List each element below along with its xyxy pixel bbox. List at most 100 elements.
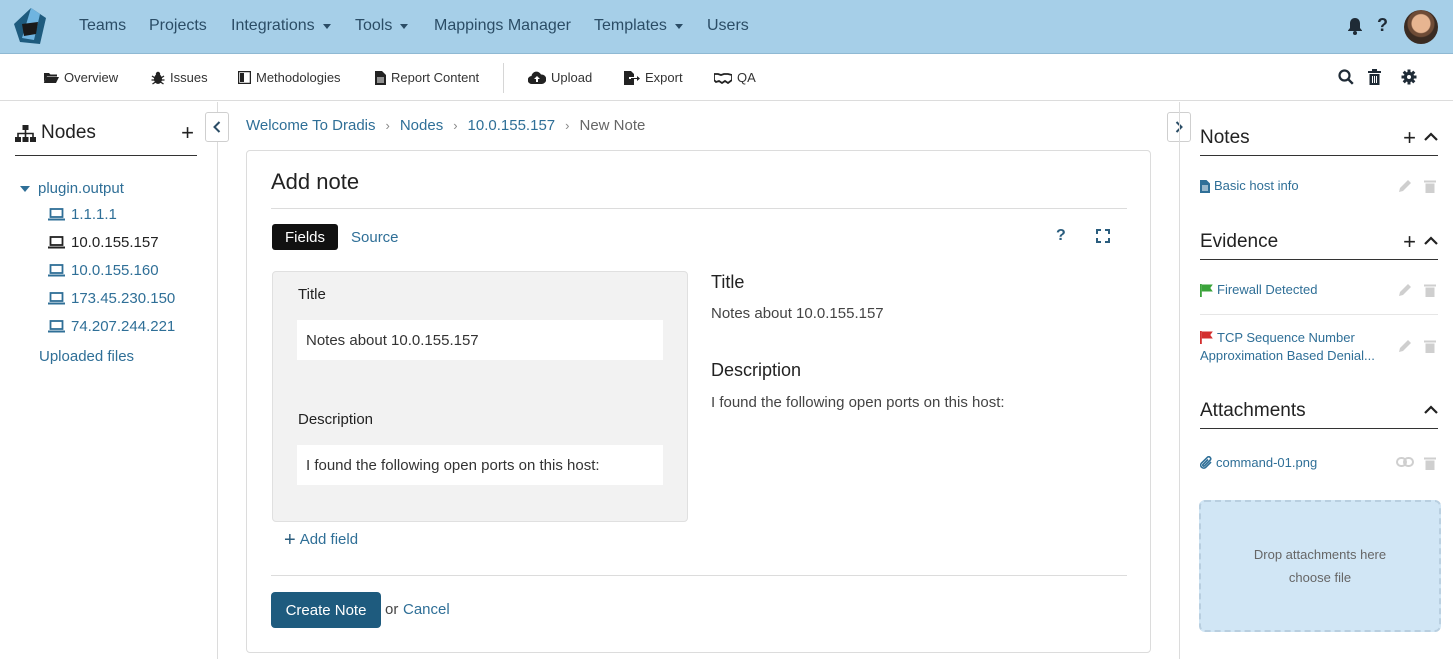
notes-section-header: Notes +: [1200, 122, 1438, 156]
create-note-button[interactable]: Create Note: [271, 592, 381, 628]
cloud-upload-icon: [528, 71, 546, 84]
breadcrumb-current: New Note: [579, 117, 646, 134]
chevron-right-icon: ›: [453, 118, 458, 133]
nav-teams[interactable]: Teams: [79, 17, 126, 35]
preview-title-text: Notes about 10.0.155.157: [711, 305, 884, 322]
caret-down-icon: [20, 185, 30, 192]
breadcrumb: Welcome To Dradis › Nodes › 10.0.155.157…: [246, 117, 645, 134]
file-text-icon: [375, 70, 386, 85]
chevron-down-icon: [674, 23, 683, 29]
flag-icon: [1200, 283, 1213, 297]
pencil-icon[interactable]: [1398, 179, 1412, 193]
file-text-icon: [1200, 179, 1210, 193]
laptop-icon: [48, 236, 65, 249]
breadcrumb-nodes[interactable]: Nodes: [400, 117, 443, 134]
add-note-button[interactable]: +: [1403, 127, 1416, 149]
trash-icon[interactable]: [1424, 456, 1436, 470]
attachments-title: Attachments: [1200, 400, 1306, 421]
breadcrumb-node[interactable]: 10.0.155.157: [468, 117, 556, 134]
handshake-icon: [714, 72, 732, 84]
toolbar-issues[interactable]: Issues: [151, 70, 208, 85]
bell-icon[interactable]: [1347, 17, 1363, 35]
tree-node[interactable]: 10.0.155.160: [48, 262, 159, 279]
avatar[interactable]: [1404, 10, 1438, 44]
export-icon: [624, 70, 640, 85]
evidence-title: Evidence: [1200, 231, 1279, 252]
laptop-icon: [48, 292, 65, 305]
chevron-left-icon: [213, 121, 221, 133]
breadcrumb-home[interactable]: Welcome To Dradis: [246, 117, 376, 134]
chevron-right-icon: ›: [565, 118, 570, 133]
tree-node[interactable]: 1.1.1.1: [48, 206, 117, 223]
cancel-link[interactable]: Cancel: [403, 601, 450, 618]
toolbar-export[interactable]: Export: [624, 70, 683, 85]
title-field[interactable]: Notes about 10.0.155.157: [297, 320, 663, 360]
nav-integrations[interactable]: Integrations: [231, 17, 331, 35]
divider: [1200, 314, 1438, 315]
choose-file-link[interactable]: choose file: [1289, 570, 1351, 585]
nodes-title: Nodes: [41, 122, 96, 143]
toolbar-upload[interactable]: Upload: [528, 70, 592, 85]
uploaded-files-link[interactable]: Uploaded files: [39, 348, 134, 365]
title-field-label: Title: [298, 286, 326, 303]
expand-icon[interactable]: [1096, 229, 1110, 243]
nav-projects[interactable]: Projects: [149, 17, 207, 35]
note-item[interactable]: Basic host info: [1200, 177, 1438, 197]
gear-icon[interactable]: [1401, 69, 1417, 85]
trash-icon[interactable]: [1368, 69, 1381, 85]
nav-tools[interactable]: Tools: [355, 17, 409, 35]
toolbar-qa[interactable]: QA: [714, 70, 756, 85]
divider: [271, 575, 1127, 576]
or-text: or: [385, 601, 399, 618]
paperclip-icon: [1200, 456, 1212, 469]
notes-title: Notes: [1200, 127, 1250, 148]
chevron-up-icon[interactable]: [1424, 132, 1438, 141]
laptop-icon: [48, 264, 65, 277]
add-field-button[interactable]: + Add field: [284, 528, 358, 551]
laptop-icon: [48, 208, 65, 221]
attachment-item[interactable]: command-01.png: [1200, 454, 1438, 474]
preview-description-text: I found the following open ports on this…: [711, 394, 1005, 411]
folder-open-icon: [43, 73, 59, 83]
preview-title-heading: Title: [711, 272, 745, 292]
trash-icon[interactable]: [1424, 339, 1436, 353]
nav-mappings-manager[interactable]: Mappings Manager: [434, 17, 571, 35]
help-icon[interactable]: ?: [1056, 227, 1066, 245]
trash-icon[interactable]: [1424, 179, 1436, 193]
tree-node-selected[interactable]: 10.0.155.157: [48, 234, 159, 251]
link-icon[interactable]: [1396, 456, 1414, 468]
trash-icon[interactable]: [1424, 283, 1436, 297]
toolbar-overview[interactable]: Overview: [43, 70, 118, 85]
tree-root-node[interactable]: plugin.output: [20, 180, 124, 197]
pencil-icon[interactable]: [1398, 283, 1412, 297]
dradis-logo[interactable]: [10, 6, 52, 48]
nav-templates[interactable]: Templates: [594, 17, 683, 35]
chevron-up-icon[interactable]: [1424, 236, 1438, 245]
project-toolbar: Overview Issues Methodologies Report Con…: [0, 55, 1453, 101]
add-note-card: Add note Fields Source ? Title Notes abo…: [246, 150, 1151, 653]
evidence-item[interactable]: TCP Sequence Number Approximation Based …: [1200, 329, 1438, 367]
collapse-left-sidebar-button[interactable]: [205, 112, 229, 142]
top-navbar: Teams Projects Integrations Tools Mappin…: [0, 0, 1453, 54]
nav-users[interactable]: Users: [707, 17, 749, 35]
book-icon: [238, 71, 251, 84]
toolbar-report-content[interactable]: Report Content: [375, 70, 479, 85]
evidence-item[interactable]: Firewall Detected: [1200, 281, 1438, 301]
add-node-button[interactable]: +: [181, 122, 194, 144]
tab-source[interactable]: Source: [351, 229, 399, 246]
chevron-up-icon[interactable]: [1424, 405, 1438, 414]
evidence-section-header: Evidence +: [1200, 226, 1438, 260]
add-evidence-button[interactable]: +: [1403, 231, 1416, 253]
search-icon[interactable]: [1338, 69, 1354, 85]
description-field[interactable]: I found the following open ports on this…: [297, 445, 663, 485]
chevron-down-icon: [322, 23, 331, 29]
pencil-icon[interactable]: [1398, 339, 1412, 353]
attachments-dropzone[interactable]: Drop attachments here choose file: [1199, 500, 1441, 632]
help-icon[interactable]: ?: [1377, 15, 1388, 36]
plus-icon: +: [284, 528, 296, 551]
tab-fields[interactable]: Fields: [272, 224, 338, 250]
tree-node[interactable]: 74.207.244.221: [48, 318, 175, 335]
toolbar-methodologies[interactable]: Methodologies: [238, 70, 341, 85]
right-sidebar: Notes + Basic host info Evidence + Firew…: [1179, 102, 1453, 659]
tree-node[interactable]: 173.45.230.150: [48, 290, 175, 307]
